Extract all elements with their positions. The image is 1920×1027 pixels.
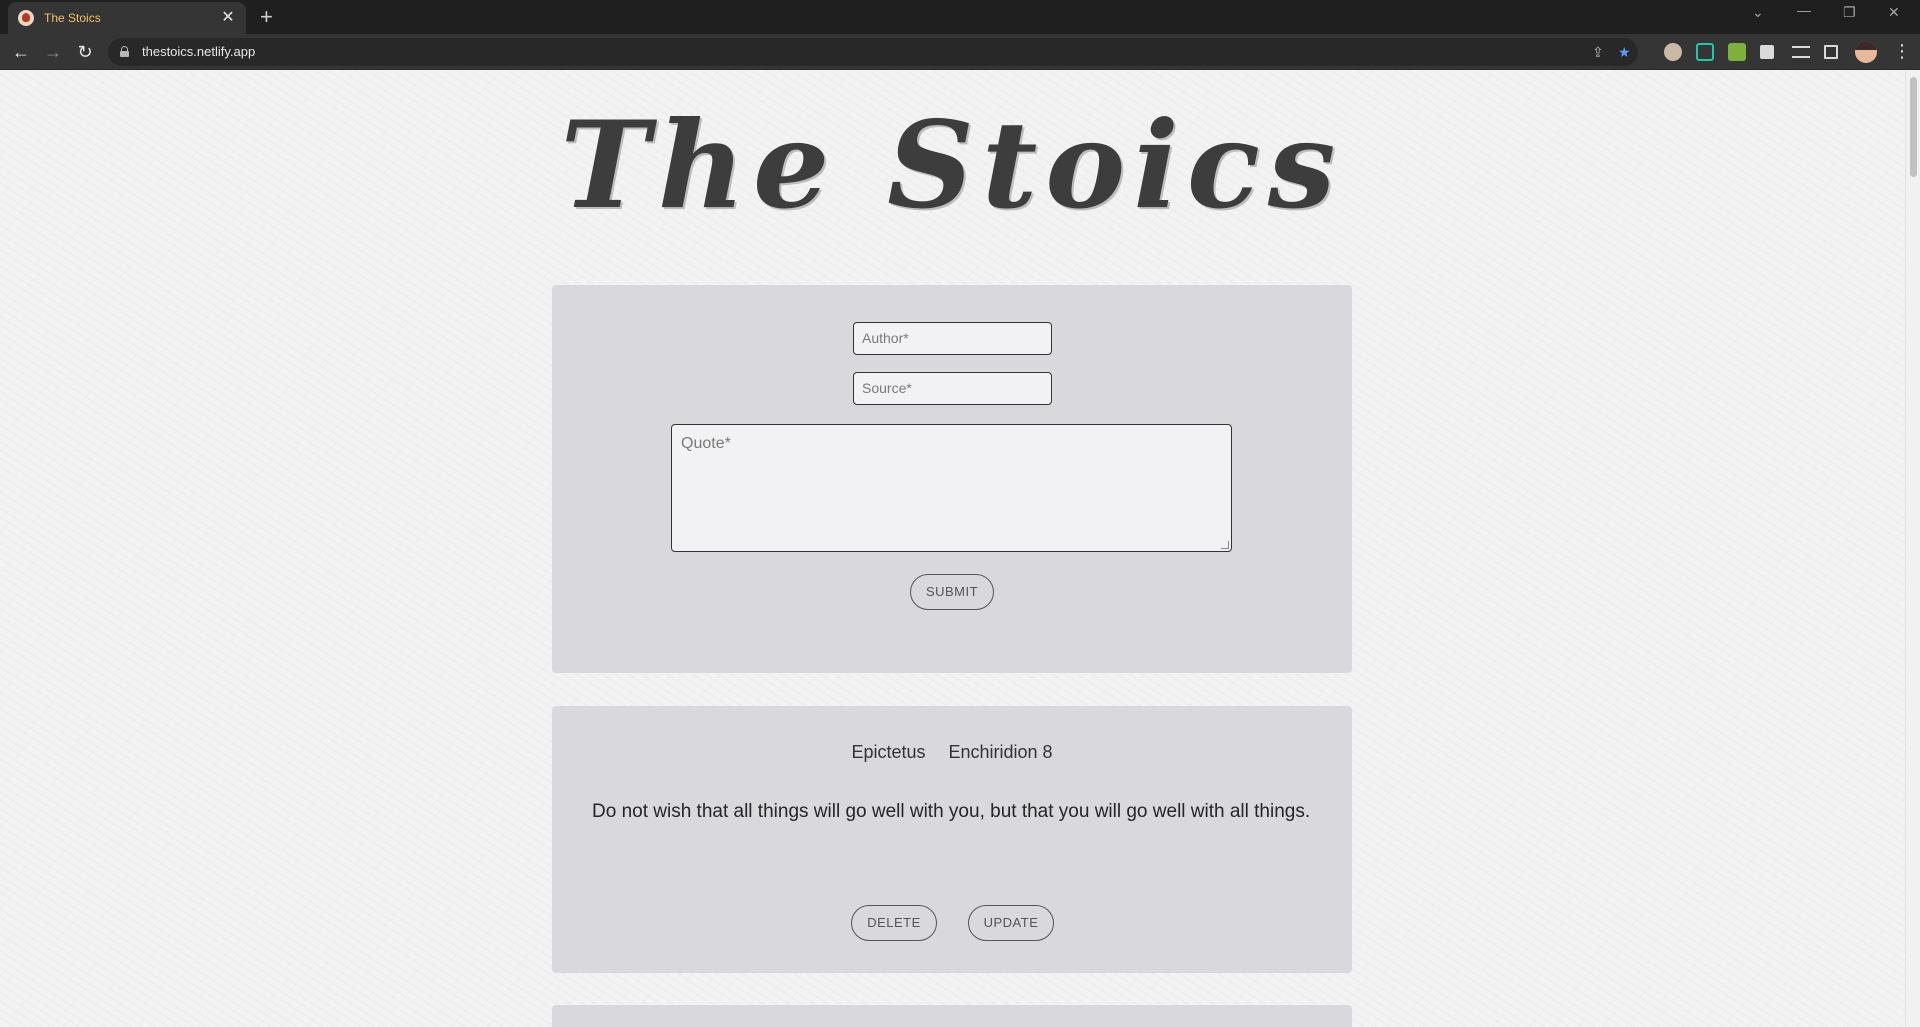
- quote-meta: Epictetus Enchiridion 8: [552, 742, 1352, 763]
- resize-handle-icon[interactable]: [1221, 541, 1229, 549]
- side-panel-icon[interactable]: [1824, 45, 1838, 59]
- back-icon[interactable]: ←: [9, 40, 33, 64]
- new-tab-icon[interactable]: +: [260, 6, 273, 28]
- extension-screenshot-icon[interactable]: [1696, 43, 1714, 61]
- browser-toolbar: ← → ↻ thestoics.netlify.app ⇪ ★ ⋮: [0, 34, 1920, 70]
- quote-source: Enchiridion 8: [948, 742, 1053, 762]
- submit-button[interactable]: SUBMIT: [910, 574, 994, 610]
- site-title: The Stoics: [560, 95, 1344, 236]
- scrollbar-thumb[interactable]: [1910, 77, 1917, 177]
- page-viewport: The Stoics Author* Source* Quote* SUBMIT…: [0, 71, 1905, 1027]
- extension-green-icon[interactable]: [1728, 43, 1746, 61]
- lock-icon: [120, 46, 129, 57]
- extension-face-icon[interactable]: [1664, 43, 1682, 61]
- quote-card: Epictetus Enchiridion 8 Do not wish that…: [552, 706, 1352, 973]
- close-tab-icon[interactable]: ✕: [220, 10, 236, 26]
- delete-button[interactable]: DELETE: [851, 905, 937, 941]
- author-input[interactable]: Author*: [853, 322, 1052, 355]
- quote-text: Do not wish that all things will go well…: [592, 801, 1311, 822]
- share-icon[interactable]: ⇪: [1592, 44, 1604, 61]
- browser-tab-strip: The Stoics ✕ + ⌄ — ❐ ✕: [0, 0, 1920, 34]
- browser-menu-icon[interactable]: ⋮: [1893, 42, 1911, 60]
- next-quote-card: [552, 1005, 1352, 1027]
- quote-textarea[interactable]: Quote*: [671, 424, 1232, 552]
- restore-icon[interactable]: ❐: [1843, 4, 1856, 21]
- extensions-puzzle-icon[interactable]: [1760, 45, 1774, 59]
- update-button[interactable]: UPDATE: [968, 905, 1054, 941]
- close-window-icon[interactable]: ✕: [1888, 4, 1900, 21]
- tab-title: The Stoics: [44, 11, 101, 25]
- add-quote-form: Author* Source* Quote* SUBMIT: [552, 285, 1352, 673]
- quote-author: Epictetus: [851, 742, 926, 762]
- tab-search-icon[interactable]: ⌄: [1752, 4, 1764, 21]
- site-favicon-icon: [18, 10, 34, 26]
- quote-placeholder: Quote*: [681, 435, 731, 452]
- url-text[interactable]: thestoics.netlify.app: [142, 44, 255, 59]
- bookmark-star-icon[interactable]: ★: [1618, 44, 1631, 61]
- profile-avatar[interactable]: [1855, 41, 1877, 63]
- media-control-icon[interactable]: [1792, 46, 1810, 58]
- reload-icon[interactable]: ↻: [73, 40, 97, 64]
- forward-icon[interactable]: →: [41, 40, 65, 64]
- browser-tab[interactable]: The Stoics ✕: [8, 2, 246, 34]
- source-input[interactable]: Source*: [853, 372, 1052, 405]
- address-bar[interactable]: thestoics.netlify.app ⇪ ★: [108, 38, 1638, 66]
- minimize-icon[interactable]: —: [1797, 2, 1811, 18]
- page-scrollbar[interactable]: [1905, 71, 1920, 1027]
